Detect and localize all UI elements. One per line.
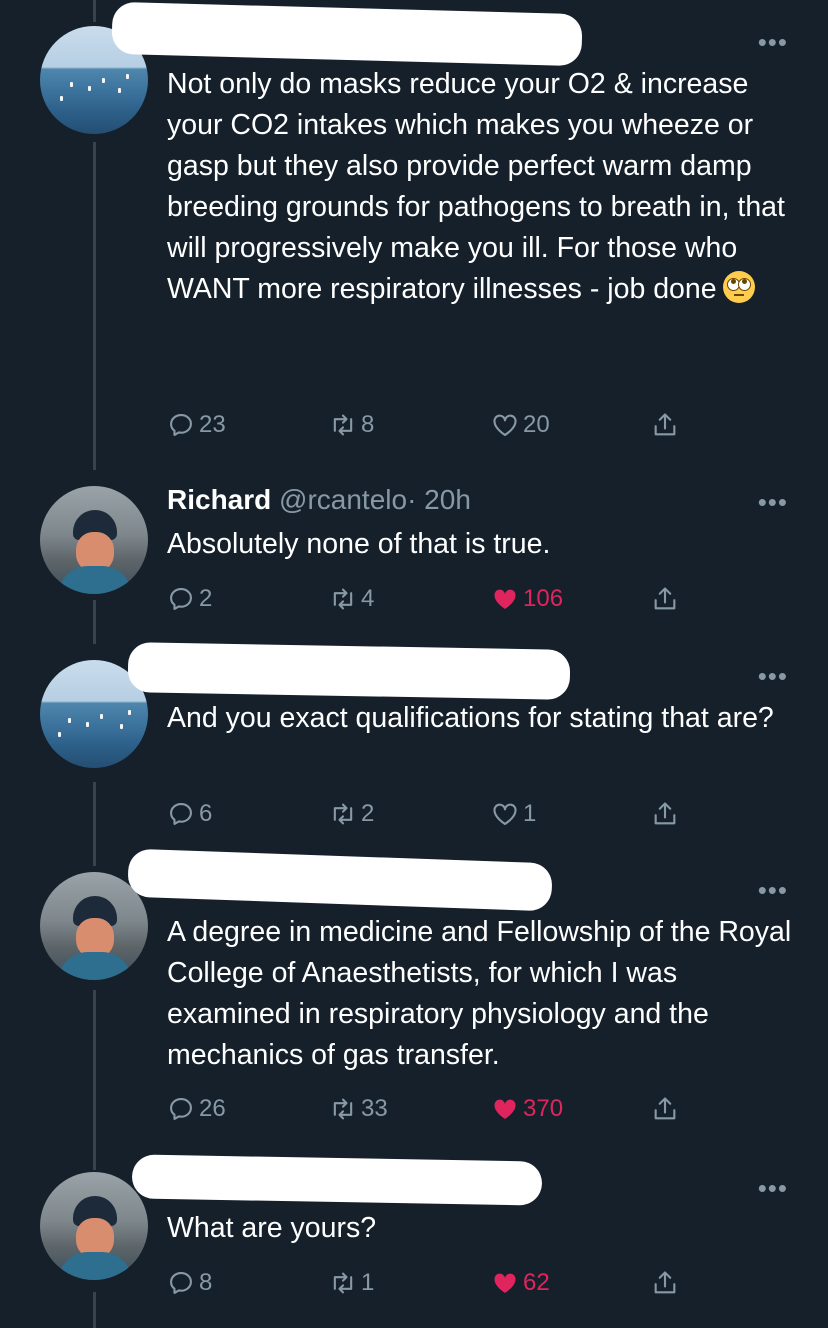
share-icon (654, 1097, 676, 1120)
reply-count: 2 (199, 585, 213, 612)
tweet-actions: 8 1 62 (167, 1266, 707, 1300)
tweet[interactable]: ••• What are yours? 8 1 62 (0, 1154, 828, 1328)
author-handle[interactable]: @rcantelo (279, 484, 407, 515)
tweet[interactable]: ••• And you exact qualifications for sta… (0, 642, 828, 856)
like-count: 20 (523, 411, 550, 438)
more-options-icon[interactable]: ••• (758, 1175, 788, 1201)
more-options-icon[interactable]: ••• (758, 29, 788, 55)
share-button[interactable] (651, 797, 679, 831)
tweet-header: Richard @rcantelo· 20h (167, 484, 471, 516)
retweet-count: 4 (361, 585, 375, 612)
retweet-count: 33 (361, 1095, 388, 1122)
reply-icon (170, 588, 192, 610)
avatar[interactable] (40, 1172, 148, 1280)
retweet-button[interactable]: 1 (329, 1266, 374, 1300)
retweet-icon (333, 588, 353, 610)
like-count: 62 (523, 1269, 550, 1296)
retweet-count: 2 (361, 800, 375, 827)
like-button[interactable]: 106 (491, 582, 563, 616)
like-button[interactable]: 20 (491, 408, 550, 442)
tweet[interactable]: ••• Not only do masks reduce your O2 & i… (0, 0, 828, 470)
retweet-icon (333, 1098, 353, 1120)
tweet-actions: 6 2 1 (167, 797, 707, 831)
reply-button[interactable]: 26 (167, 1092, 226, 1126)
tweet-time[interactable]: · 20h (407, 484, 471, 515)
reply-count: 23 (199, 411, 226, 438)
retweet-icon (333, 414, 353, 436)
heart-filled-icon (494, 1273, 516, 1293)
retweet-button[interactable]: 2 (329, 797, 374, 831)
like-count: 370 (523, 1095, 564, 1122)
retweet-icon (333, 1272, 353, 1294)
redacted-author (111, 1, 583, 67)
retweet-button[interactable]: 33 (329, 1092, 388, 1126)
like-button[interactable]: 62 (491, 1266, 550, 1300)
share-button[interactable] (651, 582, 679, 616)
retweet-count: 1 (361, 1269, 375, 1296)
retweet-button[interactable]: 8 (329, 408, 374, 442)
tweet[interactable]: Richard @rcantelo· 20h ••• Absolutely no… (0, 470, 828, 644)
share-button[interactable] (651, 408, 679, 442)
tweet-text: Absolutely none of that is true. (167, 528, 551, 560)
reply-icon (170, 1098, 192, 1120)
like-count: 1 (523, 800, 537, 827)
heart-outline-icon (493, 414, 517, 436)
heart-filled-icon (494, 1099, 516, 1119)
tweet-actions: 26 33 370 (167, 1092, 707, 1126)
tweet-text: A degree in medicine and Fellowship of t… (167, 916, 792, 1071)
reply-icon (170, 803, 192, 825)
tweet-text: And you exact qualifications for stating… (167, 702, 774, 734)
retweet-button[interactable]: 4 (329, 582, 374, 616)
tweet-text: What are yours? (167, 1212, 377, 1244)
reply-icon (170, 1272, 192, 1294)
retweet-icon (333, 803, 353, 825)
share-button[interactable] (651, 1092, 679, 1126)
reply-count: 8 (199, 1269, 213, 1296)
reply-button[interactable]: 6 (167, 797, 212, 831)
tweet-text: Not only do masks reduce your O2 & incre… (167, 68, 785, 305)
reply-button[interactable]: 8 (167, 1266, 212, 1300)
tweet[interactable]: ••• A degree in medicine and Fellowship … (0, 848, 828, 1156)
share-icon (654, 1271, 676, 1294)
share-icon (654, 802, 676, 825)
heart-outline-icon (493, 803, 517, 825)
redacted-author (131, 1154, 543, 1206)
reply-button[interactable]: 23 (167, 408, 226, 442)
avatar[interactable] (40, 486, 148, 594)
reply-button[interactable]: 2 (167, 582, 212, 616)
retweet-count: 8 (361, 411, 375, 438)
reply-count: 26 (199, 1095, 226, 1122)
reply-count: 6 (199, 800, 213, 827)
like-count: 106 (523, 585, 564, 612)
share-icon (654, 413, 676, 436)
share-button[interactable] (651, 1266, 679, 1300)
redacted-author (127, 848, 553, 912)
reply-icon (170, 414, 192, 436)
face-with-rolling-eyes-icon (722, 271, 755, 303)
author-name[interactable]: Richard (167, 484, 271, 515)
tweet-actions: 2 4 106 (167, 582, 707, 616)
redacted-author (127, 642, 571, 700)
tweet-actions: 23 8 20 (167, 408, 707, 442)
like-button[interactable]: 370 (491, 1092, 563, 1126)
like-button[interactable]: 1 (491, 797, 536, 831)
more-options-icon[interactable]: ••• (758, 877, 788, 903)
more-options-icon[interactable]: ••• (758, 663, 788, 689)
share-icon (654, 587, 676, 610)
more-options-icon[interactable]: ••• (758, 489, 788, 515)
heart-filled-icon (494, 589, 516, 609)
